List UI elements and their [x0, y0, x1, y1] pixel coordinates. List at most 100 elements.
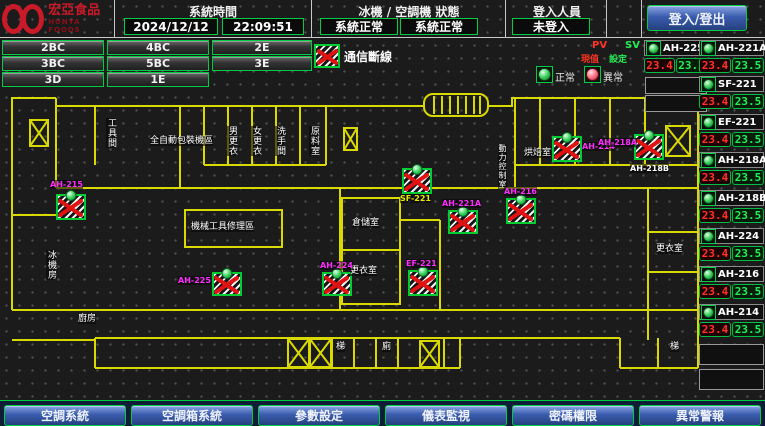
equipment-row-ah-218a[interactable]: AH-218A: [699, 152, 764, 168]
sv-value-ah-224: 23.5: [732, 246, 764, 261]
pv-value-ah-224: 23.4: [699, 246, 731, 261]
elevator-icon: [344, 128, 357, 150]
device-ah-225-icon[interactable]: [212, 272, 242, 296]
room-label: 動力控制室: [498, 144, 507, 189]
pv-value-ah-218a: 23.4: [699, 170, 731, 185]
header-divider: [114, 0, 115, 37]
sv-name-label: 設定: [609, 52, 627, 65]
pv-value-sf-221: 23.4: [699, 94, 731, 109]
device-ah-224-icon[interactable]: [322, 272, 352, 296]
empty-slot: [645, 77, 707, 94]
comm-loss-icon: [314, 44, 340, 68]
floor-button-2e[interactable]: 2E: [212, 40, 312, 55]
ahu-status-value: 系統正常: [400, 18, 478, 35]
pv-value-ah-225: 23.4: [644, 58, 675, 73]
floor-button-5bc[interactable]: 5BC: [107, 56, 209, 71]
header-divider: [641, 0, 642, 37]
floor-button-4bc[interactable]: 4BC: [107, 40, 209, 55]
header-bottom-line: [0, 37, 765, 38]
sv-value-sf-221: 23.5: [732, 94, 764, 109]
stairs-icon: [424, 94, 488, 116]
floor-button-1e[interactable]: 1E: [107, 72, 209, 87]
room-label: 更衣室: [656, 244, 683, 254]
floor-button-3d[interactable]: 3D: [2, 72, 104, 87]
system-time-value: 22:09:51: [222, 18, 304, 35]
device-tag-ah-221a: AH-221A: [442, 199, 481, 208]
room-label: 洗手間: [275, 126, 284, 156]
sv-value-ah-218b: 23.5: [732, 208, 764, 223]
nav-button-ahu-system[interactable]: 空調箱系統: [131, 405, 253, 426]
device-tag-ah-218b: AH-218B: [630, 164, 669, 173]
scada-screen: 宏亞食品 HUNYA FOODS 系統時間 2024/12/12 22:09:5…: [0, 0, 765, 426]
header-divider: [505, 0, 506, 37]
device-sf-221-icon[interactable]: [402, 168, 432, 194]
equipment-name: AH-218A: [718, 155, 765, 166]
stairs-x-icon: [288, 339, 309, 367]
device-ah-221a-icon[interactable]: [448, 210, 478, 234]
equipment-row-ah-221a[interactable]: AH-221A: [699, 40, 764, 56]
room-label: 原料室: [309, 126, 318, 156]
status-led-icon: [701, 305, 716, 320]
room-label: 梯: [670, 342, 679, 352]
company-logo: 宏亞食品 HUNYA FOODS: [2, 2, 112, 35]
equipment-name: AH-214: [718, 307, 759, 318]
logo-company-name: 宏亞食品: [48, 4, 112, 18]
nav-button-parameter-set[interactable]: 參數設定: [258, 405, 380, 426]
equipment-row-ef-221[interactable]: EF-221: [699, 114, 764, 130]
equipment-row-ah-216[interactable]: AH-216: [699, 266, 764, 282]
abnormal-legend-label: 異常: [603, 69, 623, 84]
empty-slot: [645, 95, 707, 112]
floor-plan: 工具間 全自動包裝機區 男更衣 女更衣 洗手間 原料室 機械工具修理區 倉儲室 …: [0, 92, 700, 398]
login-logout-button[interactable]: 登入/登出: [647, 5, 747, 31]
empty-slot: [699, 369, 764, 390]
nav-button-password-auth[interactable]: 密碼權限: [512, 405, 634, 426]
room-label: 女更衣: [251, 126, 260, 156]
equipment-row-ah-225[interactable]: AH-225: [644, 40, 707, 56]
device-ah-218a-icon[interactable]: [634, 134, 664, 160]
device-ah-214-icon[interactable]: [552, 136, 582, 162]
pv-value-ah-214: 23.4: [699, 322, 731, 337]
nav-button-ac-system[interactable]: 空調系統: [4, 405, 126, 426]
status-led-icon: [646, 41, 661, 56]
stairs-x-icon: [666, 126, 690, 156]
room-label: 工具間: [106, 118, 115, 148]
status-led-icon: [701, 153, 716, 168]
floor-button-3e[interactable]: 3E: [212, 56, 312, 71]
sv-value-ef-221: 23.5: [732, 132, 764, 147]
equipment-row-ah-224[interactable]: AH-224: [699, 228, 764, 244]
normal-legend-label: 正常: [555, 69, 575, 84]
status-led-icon: [701, 115, 716, 130]
floor-button-3bc[interactable]: 3BC: [2, 56, 104, 71]
pv-header-label: PV: [592, 40, 607, 51]
nav-button-alarm[interactable]: 異常警報: [639, 405, 761, 426]
logo-ring-icon: [21, 4, 44, 34]
equipment-row-ah-214[interactable]: AH-214: [699, 304, 764, 320]
room-label: 機械工具修理區: [191, 222, 254, 232]
system-date-value: 2024/12/12: [124, 18, 218, 35]
logo-company-name-en: HUNYA FOODS: [48, 18, 112, 34]
empty-slot: [699, 344, 764, 365]
floor-button-2bc[interactable]: 2BC: [2, 40, 104, 55]
elevator-icon: [30, 120, 48, 146]
equipment-row-sf-221[interactable]: SF-221: [699, 76, 764, 92]
equipment-name: EF-221: [718, 117, 756, 128]
nav-button-meter-monitor[interactable]: 儀表監視: [385, 405, 507, 426]
equipment-name: AH-216: [718, 269, 759, 280]
equipment-name: AH-224: [718, 231, 759, 242]
comm-loss-label: 通信斷線: [344, 48, 392, 65]
sv-value-ah-218a: 23.5: [732, 170, 764, 185]
room-label: 更衣室: [350, 266, 377, 276]
room-label: 廁: [382, 342, 391, 352]
room-label: 烘焙室: [524, 148, 551, 158]
device-ah-215-icon[interactable]: [56, 194, 86, 220]
equipment-row-ah-218b[interactable]: AH-218B: [699, 190, 764, 206]
status-led-icon: [701, 77, 716, 92]
sv-value-ah-216: 23.5: [732, 284, 764, 299]
device-ah-216-icon[interactable]: [506, 198, 536, 224]
pv-value-ah-221a: 23.4: [699, 58, 731, 73]
room-label: 男更衣: [227, 126, 236, 156]
room-label: 倉儲室: [352, 218, 379, 228]
status-led-icon: [701, 267, 716, 282]
equipment-name: SF-221: [718, 79, 757, 90]
device-ef-221-icon[interactable]: [408, 270, 438, 296]
